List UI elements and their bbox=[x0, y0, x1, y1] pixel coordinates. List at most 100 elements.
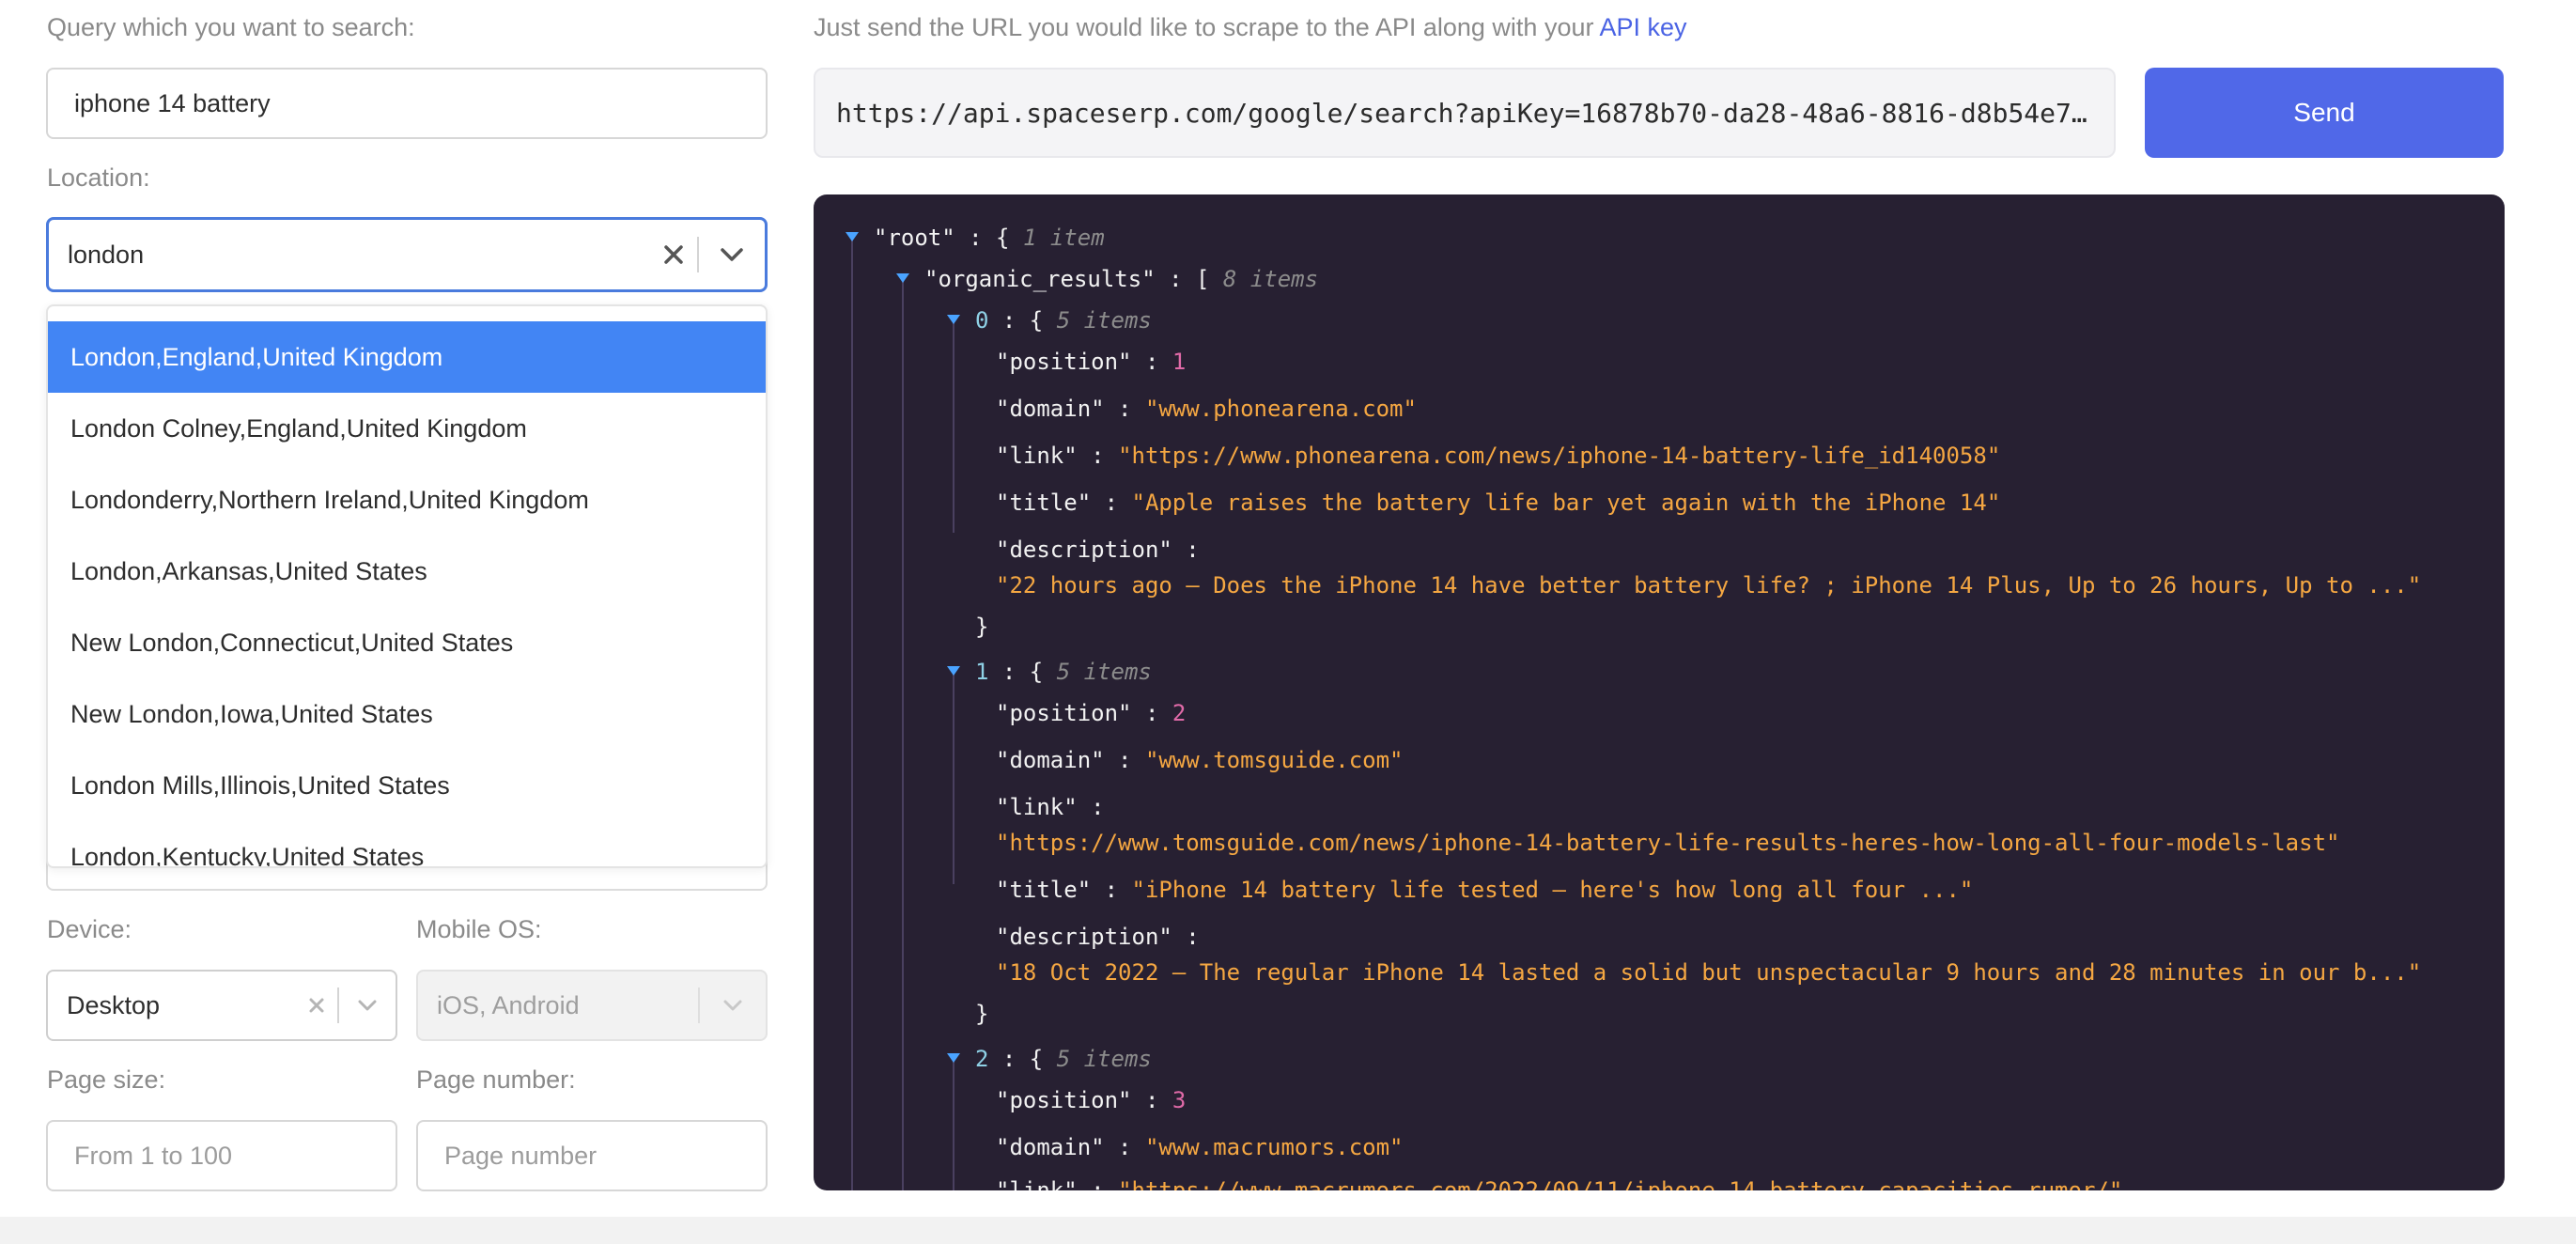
device-select[interactable]: Desktop bbox=[46, 970, 397, 1041]
chevron-down-icon[interactable] bbox=[339, 972, 396, 1039]
json-line: "link" : bbox=[996, 794, 1105, 820]
query-input[interactable]: iphone 14 battery bbox=[46, 68, 768, 139]
json-punct: : bbox=[1091, 490, 1132, 516]
clear-icon[interactable] bbox=[650, 220, 697, 289]
json-punct: : bbox=[1104, 747, 1145, 773]
json-string: "https://www.macrumors.com/2022/09/11/ip… bbox=[1118, 1177, 2123, 1190]
json-meta: 5 items bbox=[1056, 659, 1152, 685]
location-option[interactable]: New London,Iowa,United States bbox=[48, 678, 766, 750]
json-line: "description" : bbox=[996, 536, 1200, 563]
json-string: "https://www.tomsguide.com/news/iphone-1… bbox=[996, 830, 2340, 856]
tree-guide bbox=[953, 668, 954, 884]
page-size-label: Page size: bbox=[47, 1065, 166, 1094]
json-key: "domain" bbox=[996, 1134, 1105, 1160]
location-option[interactable]: London,England,United Kingdom bbox=[48, 321, 766, 393]
json-key: "description" bbox=[996, 536, 1172, 563]
page-size-placeholder: From 1 to 100 bbox=[74, 1141, 233, 1170]
json-punct: : bbox=[1131, 1087, 1172, 1113]
location-select[interactable]: london bbox=[46, 217, 768, 292]
json-line: "root" : { 1 item bbox=[874, 225, 1105, 251]
collapse-icon[interactable] bbox=[947, 315, 960, 324]
json-key: "position" bbox=[996, 349, 1132, 375]
location-option[interactable]: London Mills,Illinois,United States bbox=[48, 750, 766, 821]
json-meta: 5 items bbox=[1056, 307, 1152, 334]
chevron-down-icon bbox=[700, 972, 766, 1039]
page-number-input[interactable]: Page number bbox=[416, 1120, 768, 1191]
json-punct: : bbox=[1104, 396, 1145, 422]
json-punct: } bbox=[975, 1001, 989, 1027]
json-key: "title" bbox=[996, 877, 1092, 903]
json-punct: : { bbox=[954, 225, 1023, 251]
json-line: "position" : 3 bbox=[996, 1087, 1186, 1113]
query-input-value: iphone 14 battery bbox=[74, 88, 271, 117]
json-key: "domain" bbox=[996, 747, 1105, 773]
json-meta: 1 item bbox=[1022, 225, 1105, 251]
location-label: Location: bbox=[47, 163, 150, 192]
json-key: "position" bbox=[996, 1087, 1132, 1113]
api-hint: Just send the URL you would like to scra… bbox=[814, 13, 1687, 42]
send-button[interactable]: Send bbox=[2145, 68, 2504, 158]
json-punct: } bbox=[975, 614, 989, 640]
json-string: "www.phonearena.com" bbox=[1144, 396, 1417, 422]
json-punct: : bbox=[1104, 1134, 1145, 1160]
json-line: "link" : "https://www.phonearena.com/new… bbox=[996, 443, 2000, 469]
chevron-down-icon[interactable] bbox=[699, 220, 765, 289]
tree-guide bbox=[953, 317, 954, 533]
json-line: "title" : "Apple raises the battery life… bbox=[996, 490, 2000, 516]
json-punct: : bbox=[1131, 700, 1172, 726]
json-key: "position" bbox=[996, 700, 1132, 726]
api-url-field[interactable]: https://api.spaceserp.com/google/search?… bbox=[814, 68, 2116, 158]
api-key-link[interactable]: API key bbox=[1599, 13, 1686, 41]
json-line: "description" : bbox=[996, 924, 1200, 950]
json-line: "position" : 1 bbox=[996, 349, 1186, 375]
page-size-input[interactable]: From 1 to 100 bbox=[46, 1120, 397, 1191]
page-number-placeholder: Page number bbox=[444, 1141, 597, 1170]
json-line: "domain" : "www.macrumors.com" bbox=[996, 1134, 1404, 1160]
json-string: "www.tomsguide.com" bbox=[1144, 747, 1404, 773]
json-key: "link" bbox=[996, 794, 1078, 820]
json-key: "root" bbox=[874, 225, 955, 251]
collapse-icon[interactable] bbox=[947, 1053, 960, 1063]
collapse-icon[interactable] bbox=[896, 273, 909, 283]
location-option[interactable]: New London,Connecticut,United States bbox=[48, 607, 766, 678]
json-meta: 5 items bbox=[1056, 1046, 1152, 1072]
json-number: 3 bbox=[1172, 1087, 1187, 1113]
location-option[interactable]: Londonderry,Northern Ireland,United King… bbox=[48, 464, 766, 536]
json-string: "https://www.phonearena.com/news/iphone-… bbox=[1118, 443, 2001, 469]
json-string: "22 hours ago — Does the iPhone 14 have … bbox=[996, 572, 2422, 599]
json-number: 1 bbox=[1172, 349, 1187, 375]
location-option[interactable]: London Colney,England,United Kingdom bbox=[48, 393, 766, 464]
location-option[interactable]: London,Kentucky,United States bbox=[48, 821, 766, 867]
api-url-value: https://api.spaceserp.com/google/search?… bbox=[836, 97, 2087, 129]
json-key: "domain" bbox=[996, 396, 1105, 422]
json-line: 1 : { 5 items bbox=[975, 659, 1152, 685]
collapse-icon[interactable] bbox=[947, 666, 960, 676]
json-punct: : bbox=[1172, 536, 1200, 563]
json-key: "organic_results" bbox=[924, 266, 1156, 292]
json-string: "www.macrumors.com" bbox=[1144, 1134, 1404, 1160]
json-number: 2 bbox=[1172, 700, 1187, 726]
page-number-label: Page number: bbox=[416, 1065, 576, 1094]
page-footer-bar bbox=[0, 1217, 2576, 1244]
json-line: "domain" : "www.tomsguide.com" bbox=[996, 747, 1404, 773]
tree-guide bbox=[953, 1055, 954, 1190]
json-punct: : bbox=[1172, 924, 1200, 950]
collapse-icon[interactable] bbox=[846, 232, 859, 241]
json-punct: : bbox=[1077, 443, 1119, 469]
json-line: "link" : "https://www.macrumors.com/2022… bbox=[996, 1177, 2122, 1190]
location-option[interactable]: London,Arkansas,United States bbox=[48, 536, 766, 607]
json-line: "title" : "iPhone 14 battery life tested… bbox=[996, 877, 1973, 903]
json-punct: : { bbox=[988, 1046, 1057, 1072]
api-hint-text: Just send the URL you would like to scra… bbox=[814, 13, 1594, 41]
clear-icon[interactable] bbox=[296, 972, 337, 1039]
tree-guide bbox=[902, 275, 904, 1190]
json-index: 1 bbox=[975, 659, 989, 685]
json-line: 2 : { 5 items bbox=[975, 1046, 1152, 1072]
json-punct: : bbox=[1077, 794, 1105, 820]
location-input-value[interactable]: london bbox=[49, 241, 650, 270]
json-viewer[interactable]: "root" : { 1 item "organic_results" : [ … bbox=[814, 194, 2505, 1190]
json-line: 0 : { 5 items bbox=[975, 307, 1152, 334]
json-key: "description" bbox=[996, 924, 1172, 950]
query-label: Query which you want to search: bbox=[47, 13, 415, 41]
device-label: Device: bbox=[47, 915, 132, 943]
